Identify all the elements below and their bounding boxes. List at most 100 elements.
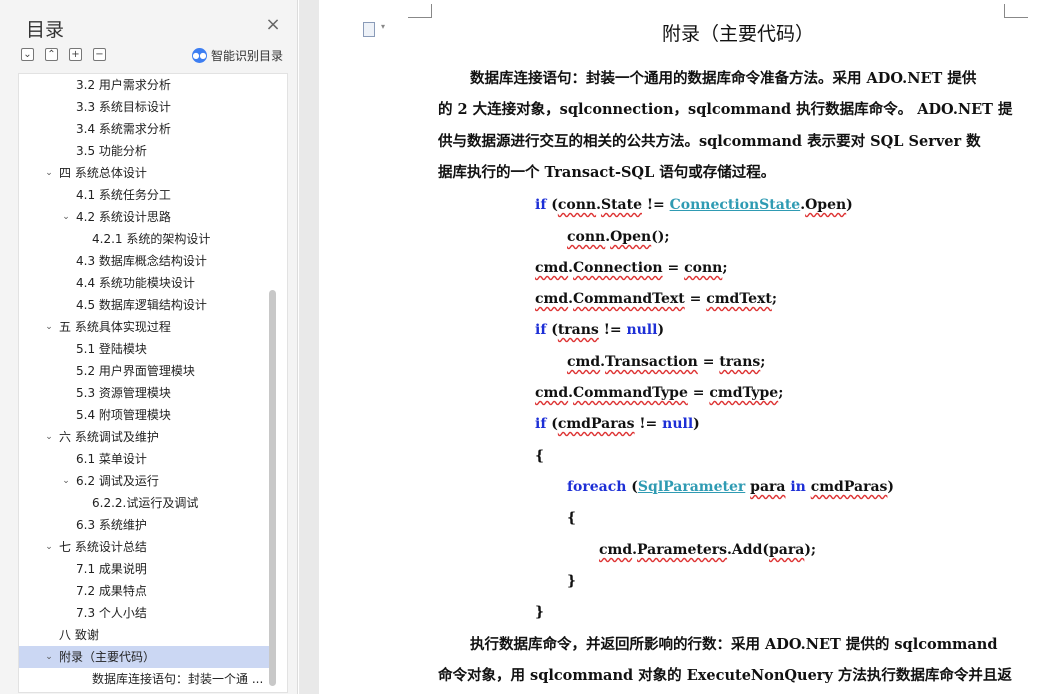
toc-item-label: 6.1 菜单设计 xyxy=(76,452,147,466)
chevron-down-icon[interactable]: ⌄ xyxy=(60,206,72,228)
toc-item-label: 八 致谢 xyxy=(59,628,99,642)
toc-item[interactable]: 3.5 功能分析 xyxy=(19,140,271,162)
chevron-down-icon[interactable]: ⌄ xyxy=(43,426,55,448)
smart-recognize-icon: ●● xyxy=(192,47,207,63)
chevron-down-icon[interactable]: ⌄ xyxy=(43,162,55,184)
toc-item[interactable]: 6.2.2.试运行及调试 xyxy=(19,492,271,514)
code-line: { xyxy=(535,448,545,464)
toc-item-label: 7.1 成果说明 xyxy=(76,562,147,576)
toc-item[interactable]: 4.1 系统任务分工 xyxy=(19,184,271,206)
toc-item-label: 4.5 数据库逻辑结构设计 xyxy=(76,298,207,312)
toc-item-label: 4.2.1 系统的架构设计 xyxy=(92,232,211,246)
page-corner-mark xyxy=(1004,4,1028,18)
code-line: cmd.Connection = conn; xyxy=(535,260,728,276)
toc-item-label: 6.3 系统维护 xyxy=(76,518,147,532)
collapse-all-icon[interactable]: ⌄ xyxy=(21,48,34,61)
toc-item-label: 7.3 个人小结 xyxy=(76,606,147,620)
code-line: conn.Open(); xyxy=(567,229,670,245)
outro-line: 执行数据库命令，并返回所影响的行数：采用 ADO.NET 提供的 sqlcomm… xyxy=(470,636,998,653)
code-line: if (conn.State != ConnectionState.Open) xyxy=(535,197,853,213)
smart-toc-label: 智能识别目录 xyxy=(211,48,284,63)
toc-item[interactable]: ⌄ 6.2 调试及运行 xyxy=(19,470,271,492)
toc-title: 目录 xyxy=(26,19,65,41)
code-line: cmd.Parameters.Add(para); xyxy=(599,542,817,558)
toc-item-label: 五 系统具体实现过程 xyxy=(59,320,171,334)
toc-item[interactable]: 6.3 系统维护 xyxy=(19,514,271,536)
toc-item-label: 六 系统调试及维护 xyxy=(59,430,159,444)
toc-item[interactable]: 7.2 成果特点 xyxy=(19,580,271,602)
appendix-heading: 附录（主要代码） xyxy=(661,23,814,45)
code-line: foreach (SqlParameter para in cmdParas) xyxy=(567,479,895,495)
toc-item[interactable]: 4.4 系统功能模块设计 xyxy=(19,272,271,294)
code-line: { xyxy=(567,510,577,526)
smart-toc-button[interactable]: ●● 智能识别目录 xyxy=(192,46,283,64)
toc-item[interactable]: 5.2 用户界面管理模块 xyxy=(19,360,271,382)
toc-item-label: 七 系统设计总结 xyxy=(59,540,147,554)
toc-item[interactable]: 5.4 附项管理模块 xyxy=(19,404,271,426)
toc-item[interactable]: ⌄ 四 系统总体设计 xyxy=(19,162,271,184)
toc-item-label: 3.2 用户需求分析 xyxy=(76,78,171,92)
toc-item-label: 6.2 调试及运行 xyxy=(76,474,159,488)
toc-item[interactable]: 4.3 数据库概念结构设计 xyxy=(19,250,271,272)
toc-item-label: 数据库连接语句：封装一个通 ... xyxy=(92,672,264,686)
toc-item[interactable]: 5.1 登陆模块 xyxy=(19,338,271,360)
code-line: cmd.Transaction = trans; xyxy=(567,354,766,370)
chevron-down-icon[interactable]: ▾ xyxy=(381,22,385,31)
intro-line: 据库执行的一个 Transact-SQL 语句或存储过程。 xyxy=(438,164,776,181)
code-line: cmd.CommandType = cmdType; xyxy=(535,385,784,401)
toc-item-label: 6.2.2.试运行及调试 xyxy=(92,496,199,510)
toc-item-label: 3.3 系统目标设计 xyxy=(76,100,171,114)
code-line: cmd.CommandText = cmdText; xyxy=(535,291,778,307)
toc-item-label: 7.2 成果特点 xyxy=(76,584,147,598)
toc-item[interactable]: 4.5 数据库逻辑结构设计 xyxy=(19,294,271,316)
toc-item-label: 4.3 数据库概念结构设计 xyxy=(76,254,207,268)
toc-item-label: 4.4 系统功能模块设计 xyxy=(76,276,195,290)
toc-item[interactable]: 5.3 资源管理模块 xyxy=(19,382,271,404)
chevron-down-icon[interactable]: ⌄ xyxy=(43,646,55,668)
toc-item-label: 3.5 功能分析 xyxy=(76,144,147,158)
toc-item[interactable]: 7.3 个人小结 xyxy=(19,602,271,624)
toc-item-label: 四 系统总体设计 xyxy=(59,166,147,180)
toc-item[interactable]: 3.3 系统目标设计 xyxy=(19,96,271,118)
toc-item[interactable]: ⌄ 4.2 系统设计思路 xyxy=(19,206,271,228)
add-heading-icon[interactable]: + xyxy=(69,48,82,61)
intro-line: 数据库连接语句：封装一个通用的数据库命令准备方法。采用 ADO.NET 提供 xyxy=(470,70,977,87)
chevron-down-icon[interactable]: ⌄ xyxy=(43,316,55,338)
expand-level-icon[interactable]: ⌃ xyxy=(45,48,58,61)
close-icon[interactable]: × xyxy=(264,16,282,34)
page-corner-mark xyxy=(408,4,432,18)
intro-line: 供与数据源进行交互的相关的公共方法。sqlcommand 表示要对 SQL Se… xyxy=(438,133,981,150)
chevron-down-icon[interactable]: ⌄ xyxy=(60,470,72,492)
toc-item-label: 4.2 系统设计思路 xyxy=(76,210,171,224)
toc-item[interactable]: 6.1 菜单设计 xyxy=(19,448,271,470)
toc-item-label: 5.1 登陆模块 xyxy=(76,342,147,356)
toc-pane: 目录 × ⌄ ⌃ + − ●● 智能识别目录 3.2 用户需求分析 3.3 系统目… xyxy=(0,0,298,694)
toc-item[interactable]: 7.1 成果说明 xyxy=(19,558,271,580)
toc-item[interactable]: 3.2 用户需求分析 xyxy=(19,74,271,96)
page-view-icon[interactable] xyxy=(363,22,375,37)
chevron-down-icon[interactable]: ⌄ xyxy=(43,536,55,558)
toc-item[interactable]: 3.4 系统需求分析 xyxy=(19,118,271,140)
toc-item-label: 5.3 资源管理模块 xyxy=(76,386,171,400)
remove-heading-icon[interactable]: − xyxy=(93,48,106,61)
toc-item[interactable]: 八 致谢 xyxy=(19,624,271,646)
toc-item-label: 5.2 用户界面管理模块 xyxy=(76,364,195,378)
code-line: } xyxy=(535,604,545,620)
toc-scrollbar[interactable] xyxy=(269,290,276,686)
toc-item[interactable]: ⌄ 五 系统具体实现过程 xyxy=(19,316,271,338)
code-line: } xyxy=(567,573,577,589)
intro-line: 的 2 大连接对象，sqlconnection，sqlcommand 执行数据库… xyxy=(438,101,1013,118)
toc-item-label: 5.4 附项管理模块 xyxy=(76,408,171,422)
code-line: if (trans != null) xyxy=(535,322,665,338)
toc-item[interactable]: ⌄ 附录（主要代码） xyxy=(19,646,271,668)
toc-item-label: 附录（主要代码） xyxy=(59,650,156,664)
toc-item[interactable]: ⌄ 六 系统调试及维护 xyxy=(19,426,271,448)
outro-line: 命令对象，用 sqlcommand 对象的 ExecuteNonQuery 方法… xyxy=(438,667,1012,684)
toc-item[interactable]: ⌄ 七 系统设计总结 xyxy=(19,536,271,558)
code-line: if (cmdParas != null) xyxy=(535,416,700,432)
toc-item-label: 4.1 系统任务分工 xyxy=(76,188,171,202)
toc-tree: 3.2 用户需求分析 3.3 系统目标设计 3.4 系统需求分析 3.5 功能分析 ⌄ 四… xyxy=(18,73,288,693)
toc-item-label: 3.4 系统需求分析 xyxy=(76,122,171,136)
toc-item[interactable]: 4.2.1 系统的架构设计 xyxy=(19,228,271,250)
toc-item[interactable]: 数据库连接语句：封装一个通 ... xyxy=(19,668,271,690)
